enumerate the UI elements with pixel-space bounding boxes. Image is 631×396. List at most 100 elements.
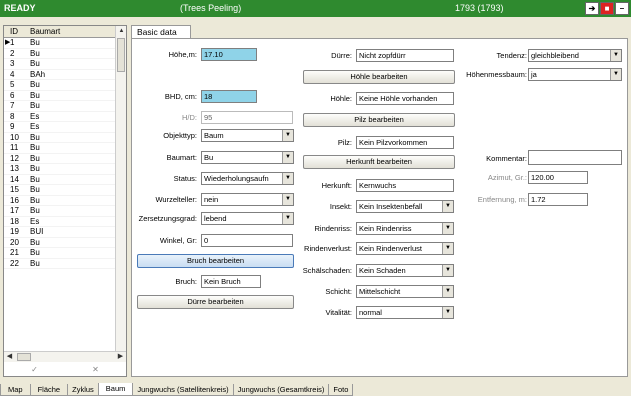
tab-map[interactable]: Map bbox=[0, 384, 31, 396]
hoehe-field[interactable]: 17.10 bbox=[201, 48, 257, 61]
list-item[interactable]: 14 Bu bbox=[4, 175, 116, 185]
chevron-down-icon[interactable]: ▼ bbox=[282, 213, 293, 224]
entfernung-field[interactable]: 1.72 bbox=[528, 193, 588, 206]
confirm-icon[interactable]: ✓ bbox=[31, 365, 38, 374]
chevron-down-icon[interactable]: ▼ bbox=[442, 307, 453, 318]
zersetzung-select[interactable]: lebend ▼ bbox=[201, 212, 294, 225]
list-item[interactable]: 15 Bu bbox=[4, 185, 116, 196]
list-item[interactable]: 11 Bu bbox=[4, 143, 116, 154]
winkel-field[interactable]: 0 bbox=[201, 234, 293, 247]
wurzelteller-label: Wurzelteller: bbox=[155, 195, 197, 204]
tab-flaeche[interactable]: Fläche bbox=[29, 384, 69, 396]
vitalitaet-select[interactable]: normal ▼ bbox=[356, 306, 454, 319]
horizontal-scrollbar[interactable]: ◀ ▶ bbox=[4, 351, 126, 362]
entfernung-label: Entfernung, m: bbox=[477, 195, 527, 204]
hoehle-edit-button[interactable]: Höhle bearbeiten bbox=[303, 70, 455, 84]
tab-zyklus[interactable]: Zyklus bbox=[67, 384, 99, 396]
list-item[interactable]: 4 BAh bbox=[4, 70, 116, 80]
tendenz-select[interactable]: gleichbleibend ▼ bbox=[528, 49, 622, 62]
vitalitaet-label: Vitalität: bbox=[325, 308, 352, 317]
tab-foto[interactable]: Foto bbox=[328, 384, 354, 396]
list-item[interactable]: 10 Bu bbox=[4, 133, 116, 143]
objekttyp-select[interactable]: Baum ▼ bbox=[201, 129, 294, 142]
chevron-down-icon[interactable]: ▼ bbox=[610, 69, 621, 80]
insekt-select[interactable]: Kein Insektenbefall ▼ bbox=[356, 200, 454, 213]
chevron-down-icon[interactable]: ▼ bbox=[442, 265, 453, 276]
hoehle-field[interactable]: Keine Höhle vorhanden bbox=[356, 92, 454, 105]
duerre-edit-button[interactable]: Dürre bearbeiten bbox=[137, 295, 294, 309]
chevron-down-icon[interactable]: ▼ bbox=[282, 130, 293, 141]
list-item[interactable]: ▶ 1 Bu bbox=[4, 38, 116, 49]
hoehenmess-select[interactable]: ja ▼ bbox=[528, 68, 622, 81]
minimize-icon[interactable]: – bbox=[615, 2, 629, 15]
list-item[interactable]: 13 Bu bbox=[4, 164, 116, 175]
bruch-edit-button[interactable]: Bruch bearbeiten bbox=[137, 254, 294, 268]
bhd-field[interactable]: 18 bbox=[201, 90, 257, 103]
list-item[interactable]: 6 Bu bbox=[4, 91, 116, 101]
list-item[interactable]: 2 Bu bbox=[4, 49, 116, 59]
schaelschaden-select[interactable]: Kein Schaden ▼ bbox=[356, 264, 454, 277]
list-item-baumart: Bu bbox=[30, 195, 40, 205]
herkunft-label: Herkunft: bbox=[321, 181, 352, 190]
list-item[interactable]: 16 Bu bbox=[4, 195, 116, 206]
rindenriss-select[interactable]: Kein Rindenriss ▼ bbox=[356, 222, 454, 235]
vertical-scrollbar[interactable]: ▲ ▼ bbox=[115, 26, 126, 362]
chevron-down-icon[interactable]: ▼ bbox=[610, 50, 621, 61]
chevron-down-icon[interactable]: ▼ bbox=[282, 173, 293, 184]
zersetzung-label: Zersetzungsgrad: bbox=[138, 214, 197, 223]
list-item[interactable]: 7 Bu bbox=[4, 101, 116, 112]
list-item[interactable]: 21 Bu bbox=[4, 248, 116, 259]
list-item[interactable]: 17 Bu bbox=[4, 206, 116, 217]
tab-basic-data[interactable]: Basic data bbox=[131, 25, 191, 39]
herkunft-edit-button[interactable]: Herkunft bearbeiten bbox=[303, 155, 455, 169]
list-item-id: 11 bbox=[10, 143, 19, 153]
baumart-value: Bu bbox=[204, 153, 214, 162]
herkunft-field[interactable]: Kernwuchs bbox=[356, 179, 454, 192]
list-item-id: 12 bbox=[10, 153, 19, 163]
kommentar-field[interactable] bbox=[528, 150, 622, 165]
cancel-icon[interactable]: ✕ bbox=[92, 365, 99, 374]
tab-baum[interactable]: Baum bbox=[97, 383, 134, 396]
hscroll-thumb[interactable] bbox=[17, 353, 31, 361]
chevron-down-icon[interactable]: ▼ bbox=[442, 243, 453, 254]
chevron-down-icon[interactable]: ▼ bbox=[442, 201, 453, 212]
list-item[interactable]: 18 Es bbox=[4, 217, 116, 227]
list-item[interactable]: 12 Bu bbox=[4, 153, 116, 164]
list-item[interactable]: 19 BUI bbox=[4, 227, 116, 238]
list-item[interactable]: 3 Bu bbox=[4, 59, 116, 70]
list-item[interactable]: 9 Es bbox=[4, 122, 116, 133]
status-select[interactable]: Wiederholungsaufn ▼ bbox=[201, 172, 294, 185]
column-header-baumart[interactable]: Baumart bbox=[30, 26, 100, 37]
baumart-select[interactable]: Bu ▼ bbox=[201, 151, 294, 164]
azimut-field[interactable]: 120.00 bbox=[528, 171, 588, 184]
list-item[interactable]: 22 Bu bbox=[4, 259, 116, 269]
column-header-id[interactable]: ID bbox=[4, 26, 30, 37]
schicht-select[interactable]: Mittelschicht ▼ bbox=[356, 285, 454, 298]
list-item-id: 13 bbox=[10, 164, 19, 174]
bruch-field[interactable]: Kein Bruch bbox=[201, 275, 261, 288]
wurzelteller-select[interactable]: nein ▼ bbox=[201, 193, 294, 206]
tree-list[interactable]: ID Baumart ▶ 1 Bu 2 Bu 3 Bu 4 BAh 5 Bu 6 Bu 7 Bu 8 Es 9 Es… bbox=[3, 25, 127, 377]
azimut-label: Azimut, Gr.: bbox=[487, 173, 527, 182]
list-item-baumart: Bu bbox=[30, 206, 40, 216]
list-item[interactable]: 20 Bu bbox=[4, 238, 116, 248]
duerre-field[interactable]: Nicht zopfdürr bbox=[356, 49, 454, 62]
pilz-edit-button[interactable]: Pilz bearbeiten bbox=[303, 113, 455, 127]
scroll-up-icon[interactable]: ▲ bbox=[116, 26, 127, 37]
rindenverlust-select[interactable]: Kein Rindenverlust ▼ bbox=[356, 242, 454, 255]
list-item[interactable]: 5 Bu bbox=[4, 80, 116, 91]
maximize-icon[interactable]: ■ bbox=[600, 2, 614, 15]
chevron-down-icon[interactable]: ▼ bbox=[442, 286, 453, 297]
list-item[interactable]: 8 Es bbox=[4, 112, 116, 122]
scroll-left-icon[interactable]: ◀ bbox=[4, 352, 15, 362]
chevron-down-icon[interactable]: ▼ bbox=[442, 223, 453, 234]
tab-jungwuchs-gesamtkreis[interactable]: Jungwuchs (Gesamtkreis) bbox=[232, 384, 330, 396]
scroll-right-icon[interactable]: ▶ bbox=[115, 352, 126, 362]
navigate-icon[interactable]: ➔ bbox=[585, 2, 599, 15]
schaelschaden-value: Kein Schaden bbox=[359, 266, 406, 275]
pilz-field[interactable]: Kein Pilzvorkommen bbox=[356, 136, 454, 149]
chevron-down-icon[interactable]: ▼ bbox=[282, 152, 293, 163]
scroll-thumb[interactable] bbox=[117, 38, 125, 72]
chevron-down-icon[interactable]: ▼ bbox=[282, 194, 293, 205]
tab-jungwuchs-satellitenkreis[interactable]: Jungwuchs (Satellitenkreis) bbox=[132, 384, 234, 396]
